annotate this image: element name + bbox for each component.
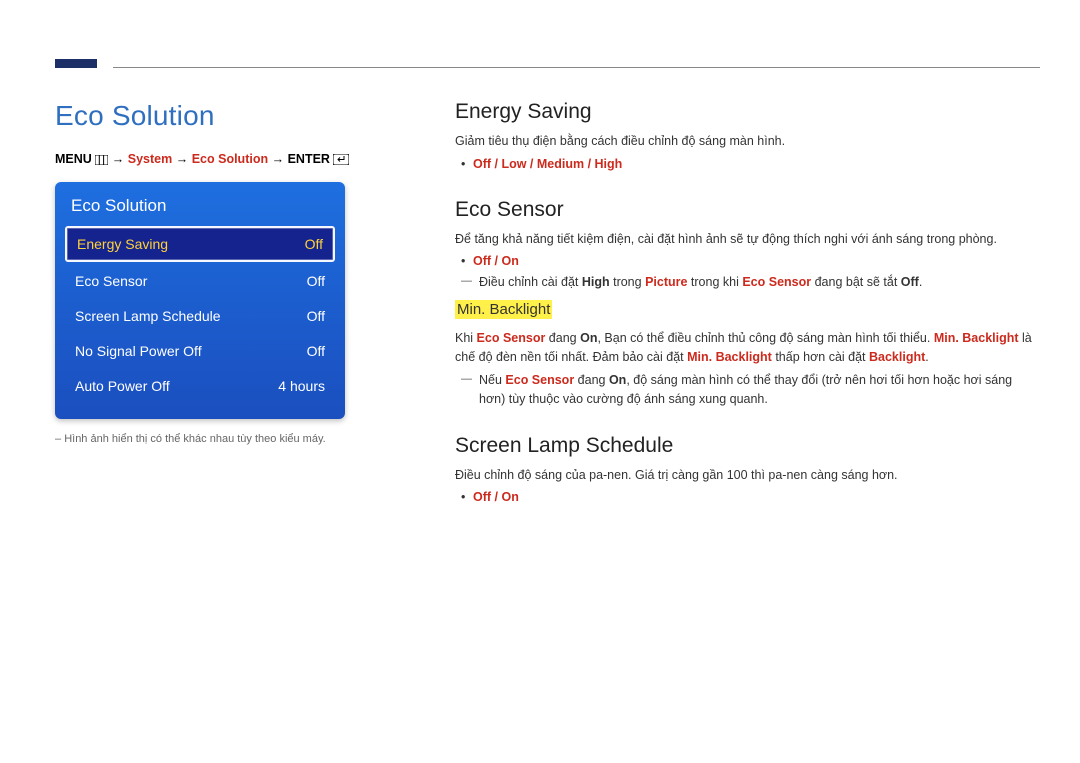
- t: Off: [901, 275, 919, 289]
- energy-options-text: Off / Low / Medium / High: [473, 157, 622, 171]
- t: On: [580, 331, 597, 345]
- t: On: [609, 373, 626, 387]
- t: đang: [545, 331, 580, 345]
- arrow-2: →: [176, 152, 189, 166]
- menu-row-eco-sensor[interactable]: Eco Sensor Off: [65, 265, 335, 297]
- energy-desc: Giảm tiêu thụ điện bằng cách điều chỉnh …: [455, 132, 1040, 151]
- menu-row-no-signal[interactable]: No Signal Power Off Off: [65, 335, 335, 367]
- menu-row-screen-lamp[interactable]: Screen Lamp Schedule Off: [65, 300, 335, 332]
- heading-eco-sensor: Eco Sensor: [455, 198, 1040, 222]
- t: High: [582, 275, 610, 289]
- t: .: [919, 275, 922, 289]
- menu-row-value: Off: [305, 236, 323, 252]
- eco-desc: Để tăng khả năng tiết kiệm điện, cài đặt…: [455, 230, 1040, 249]
- accent-chip: [55, 59, 97, 68]
- path-system: System: [128, 152, 172, 166]
- heading-screen-lamp: Screen Lamp Schedule: [455, 434, 1040, 458]
- panel-title: Eco Solution: [65, 192, 335, 226]
- menu-row-label: Auto Power Off: [75, 378, 170, 394]
- subheading-min-backlight: Min. Backlight: [455, 300, 552, 319]
- t: , Bạn có thể điều chỉnh thủ công độ sáng…: [597, 331, 933, 345]
- menu-row-label: Eco Sensor: [75, 273, 147, 289]
- eco-note-1: Điều chỉnh cài đặt High trong Picture tr…: [461, 273, 1040, 292]
- t: trong khi: [687, 275, 742, 289]
- eco-options: Off / On: [461, 252, 1040, 271]
- arrow-3: →: [272, 152, 285, 166]
- menu-row-value: Off: [307, 343, 325, 359]
- menu-row-auto-power-off[interactable]: Auto Power Off 4 hours: [65, 370, 335, 402]
- arrow-1: →: [112, 152, 125, 166]
- menu-grid-icon: [95, 154, 108, 168]
- menu-label: MENU: [55, 152, 92, 166]
- panel-footnote: – Hình ảnh hiển thị có thể khác nhau tùy…: [55, 433, 400, 445]
- t: trong: [610, 275, 645, 289]
- enter-label: ENTER: [288, 152, 330, 166]
- menu-path: MENU → System → Eco Solution → ENTER: [55, 152, 400, 168]
- section-eco-sensor: Eco Sensor Để tăng khả năng tiết kiệm đi…: [455, 198, 1040, 410]
- energy-options: Off / Low / Medium / High: [461, 155, 1040, 174]
- path-eco: Eco Solution: [192, 152, 268, 166]
- t: Min. Backlight: [687, 350, 772, 364]
- t: Min. Backlight: [934, 331, 1019, 345]
- menu-row-label: No Signal Power Off: [75, 343, 202, 359]
- t: Eco Sensor: [505, 373, 574, 387]
- menu-row-label: Energy Saving: [77, 236, 168, 252]
- section-energy-saving: Energy Saving Giảm tiêu thụ điện bằng cá…: [455, 100, 1040, 174]
- t: Khi: [455, 331, 477, 345]
- t: Nếu: [479, 373, 505, 387]
- t: Điều chỉnh cài đặt: [479, 275, 582, 289]
- t: đang: [574, 373, 609, 387]
- t: Eco Sensor: [742, 275, 811, 289]
- menu-row-value: Off: [307, 273, 325, 289]
- lamp-options: Off / On: [461, 488, 1040, 507]
- menu-row-energy-saving[interactable]: Energy Saving Off: [65, 226, 335, 262]
- eco-solution-panel: Eco Solution Energy Saving Off Eco Senso…: [55, 182, 345, 419]
- eco-note-2: Nếu Eco Sensor đang On, độ sáng màn hình…: [461, 371, 1040, 410]
- menu-row-value: 4 hours: [278, 378, 325, 394]
- lamp-options-text: Off / On: [473, 490, 519, 504]
- top-rule: [113, 67, 1040, 68]
- menu-row-value: Off: [307, 308, 325, 324]
- page-title: Eco Solution: [55, 100, 400, 132]
- t: .: [925, 350, 928, 364]
- t: đang bật sẽ tắt: [811, 275, 901, 289]
- section-screen-lamp: Screen Lamp Schedule Điều chỉnh độ sáng …: [455, 434, 1040, 508]
- t: Backlight: [869, 350, 925, 364]
- eco-options-text: Off / On: [473, 254, 519, 268]
- footnote-text: Hình ảnh hiển thị có thể khác nhau tùy t…: [64, 433, 326, 445]
- min-backlight-desc: Khi Eco Sensor đang On, Bạn có thể điều …: [455, 329, 1040, 367]
- top-bar: [55, 30, 1040, 70]
- enter-icon: [333, 154, 349, 168]
- menu-row-label: Screen Lamp Schedule: [75, 308, 221, 324]
- lamp-desc: Điều chỉnh độ sáng của pa-nen. Giá trị c…: [455, 466, 1040, 485]
- t: Eco Sensor: [477, 331, 546, 345]
- t: Picture: [645, 275, 687, 289]
- t: thấp hơn cài đặt: [772, 350, 869, 364]
- heading-energy-saving: Energy Saving: [455, 100, 1040, 124]
